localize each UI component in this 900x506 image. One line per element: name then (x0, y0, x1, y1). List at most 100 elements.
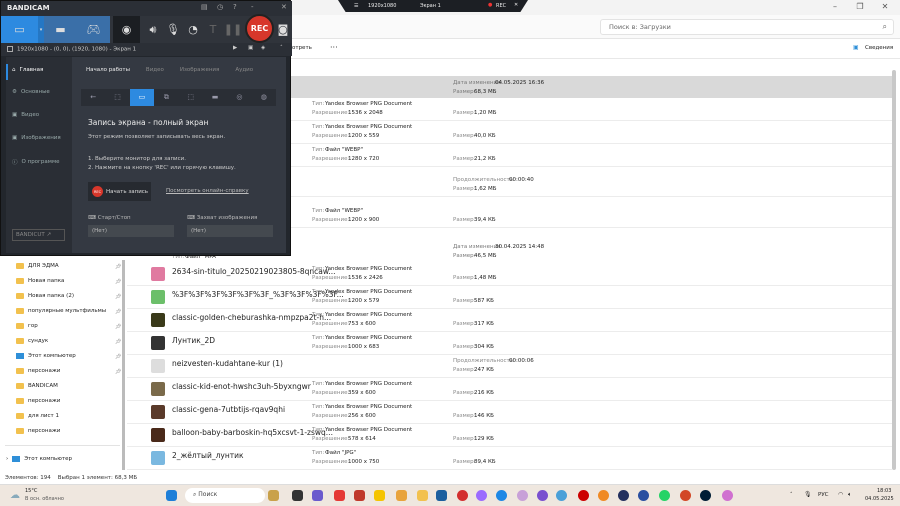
nav-item[interactable]: персонажи (16, 428, 60, 434)
taskbar-search[interactable]: ⌕ Поиск (185, 488, 265, 503)
pin-icon[interactable]: 📌︎ (115, 369, 121, 375)
discord-icon[interactable] (312, 490, 323, 501)
file-row[interactable]: 2634-sin-titulo_20250219023805-8qncaw...… (127, 263, 892, 286)
file-row[interactable]: balloon-baby-barboskin-hq5xcsvt-1-zswq..… (127, 424, 892, 447)
nav-this-pc[interactable]: › Этот компьютер (6, 456, 72, 462)
whatsapp-icon[interactable] (659, 490, 670, 501)
nav-video[interactable]: ▣ Видео (12, 112, 39, 118)
microphone-icon[interactable]: 🎙︎ (804, 491, 812, 498)
back-icon[interactable]: ← (81, 89, 105, 106)
nav-item[interactable]: ДЛЯ ЭДМА (16, 263, 59, 269)
nav-scrollbar[interactable] (122, 260, 125, 470)
scrollbar[interactable] (892, 70, 896, 470)
chevron-up-icon[interactable]: ˄ (790, 492, 793, 498)
start-recording-button[interactable]: REC Начать запись (88, 182, 151, 201)
clock-date[interactable]: 04.05.2025 (865, 496, 894, 502)
nav-item[interactable]: популярные мультфильмы (16, 308, 106, 314)
file-row[interactable]: classic-kid-enot-hwshc3uh-5byxngwr Тип: Ya… (127, 378, 892, 401)
hotkey-start-stop-input[interactable]: (Нет) (88, 225, 174, 237)
nav-item[interactable]: Этот компьютер (16, 353, 76, 359)
image-icon[interactable]: ▣ (248, 45, 253, 51)
nav-item[interactable]: для лист 1 (16, 413, 59, 419)
pin-icon[interactable]: 📌︎ (115, 309, 121, 315)
nav-item[interactable]: гор (16, 323, 38, 329)
app-icon[interactable] (517, 490, 528, 501)
file-row[interactable]: classic-gena-7utbtijs-rqav9qhi Тип: Yandex… (127, 401, 892, 424)
close-overlay-icon[interactable]: ✕ (514, 2, 518, 8)
hotkey-capture-input[interactable]: (Нет) (187, 225, 273, 237)
game-icon[interactable] (638, 490, 649, 501)
widgets-icon[interactable] (268, 490, 279, 501)
file-row[interactable]: 2_жёлтый_лунтик Тип: Файл "JPG" Разрешение:… (127, 447, 892, 470)
checkbox[interactable] (7, 46, 13, 52)
language-indicator[interactable]: РУС (818, 492, 829, 498)
rectangle-mode-icon[interactable]: ⬚ (105, 89, 129, 106)
camera-icon[interactable]: ◙ (276, 16, 290, 43)
powerpoint-icon[interactable] (680, 490, 691, 501)
menu-icon[interactable]: ☰ (354, 3, 358, 9)
minimize-button[interactable]: - (251, 3, 254, 11)
file-row[interactable]: %3F%3F%3F%3F%3F%3F_%3F%3F%3F%3F... Тип: Ya… (127, 286, 892, 309)
audio-only-icon[interactable]: ◍ (252, 89, 276, 106)
tab-getting-started[interactable]: Начало работы (86, 67, 130, 73)
folder-icon[interactable]: ▤ (201, 3, 208, 11)
nav-item[interactable]: Новая папка (16, 278, 64, 284)
pin-icon[interactable]: 📌︎ (115, 294, 121, 300)
fullscreen-mode-icon[interactable]: ▭ (129, 89, 155, 106)
window-mode-icon[interactable]: ⧉ (154, 89, 178, 106)
cursor-area-icon[interactable]: ⬚ (179, 89, 203, 106)
wifi-icon[interactable]: ◠ (838, 491, 843, 498)
bandicut-button[interactable]: BANDICUT ↗ (12, 229, 65, 241)
search-input[interactable]: Поиск в: Загрузки ⌕ (600, 19, 894, 35)
online-help-link[interactable]: Посмотреть онлайн-справку (166, 188, 249, 194)
task-view-icon[interactable] (292, 490, 303, 501)
tab-audio[interactable]: Аудио (235, 67, 253, 73)
alice-icon[interactable] (476, 490, 487, 501)
pin-icon[interactable]: 📌︎ (115, 354, 121, 360)
minimize-button[interactable]: – (825, 2, 845, 11)
opera-icon[interactable] (457, 490, 468, 501)
settings-icon[interactable] (396, 490, 407, 501)
file-row[interactable]: neizvesten-kudahtane-kur (1) Продолжитель… (127, 355, 892, 378)
yandex-browser-icon[interactable] (374, 490, 385, 501)
nav-item[interactable]: персонажи (16, 368, 60, 374)
game-icon[interactable] (618, 490, 629, 501)
chevron-right-icon[interactable]: › (6, 456, 8, 462)
volume-icon[interactable]: 🔈︎ (848, 491, 852, 499)
weather-desc[interactable]: В осн. облачно (25, 496, 64, 502)
more-button[interactable]: ··· (330, 43, 338, 52)
device-mode-icon[interactable]: ▬ (44, 16, 77, 43)
app-icon[interactable] (354, 490, 365, 501)
rec-button[interactable]: REC (245, 14, 274, 43)
overlay-rec-button[interactable]: REC (496, 3, 506, 9)
video-icon[interactable]: ▶ (233, 45, 237, 51)
file-row[interactable]: Лунтик_2D Тип: Yandex Browser PNG Document… (127, 332, 892, 355)
text-icon[interactable]: T (204, 16, 222, 43)
app-icon[interactable] (556, 490, 567, 501)
details-button[interactable]: Сведения (865, 45, 893, 51)
blender-icon[interactable] (598, 490, 609, 501)
webcam-icon[interactable]: ◉ (113, 16, 140, 43)
help-icon[interactable]: ? (233, 3, 237, 11)
microphone-icon[interactable]: 🎙︎ (164, 16, 182, 43)
collapse-icon[interactable]: ˄ (280, 45, 283, 51)
cursor-icon[interactable]: ◔ (184, 16, 202, 43)
maximize-button[interactable]: ❐ (850, 2, 870, 11)
pin-icon[interactable]: 📌︎ (115, 339, 121, 345)
tab-images[interactable]: Изображения (180, 67, 219, 73)
app-icon[interactable] (537, 490, 548, 501)
game-mode-icon[interactable]: ◎ (227, 89, 251, 106)
pin-icon[interactable]: 📌︎ (115, 264, 121, 270)
file-explorer-icon[interactable] (417, 490, 428, 501)
device-mode-icon[interactable]: ▬ (203, 89, 227, 106)
nav-general[interactable]: ⚙ Основные (12, 89, 50, 95)
audio-icon[interactable]: ◈ (261, 45, 265, 51)
start-icon[interactable] (166, 490, 177, 501)
bandicam-icon[interactable] (578, 490, 589, 501)
close-button[interactable]: ✕ (875, 2, 895, 11)
yandex-icon[interactable] (334, 490, 345, 501)
clock-icon[interactable]: ◷ (217, 3, 223, 11)
paint-icon[interactable] (722, 490, 733, 501)
tab-video[interactable]: Видео (146, 67, 164, 73)
pause-icon[interactable]: ❚❚ (224, 16, 242, 43)
